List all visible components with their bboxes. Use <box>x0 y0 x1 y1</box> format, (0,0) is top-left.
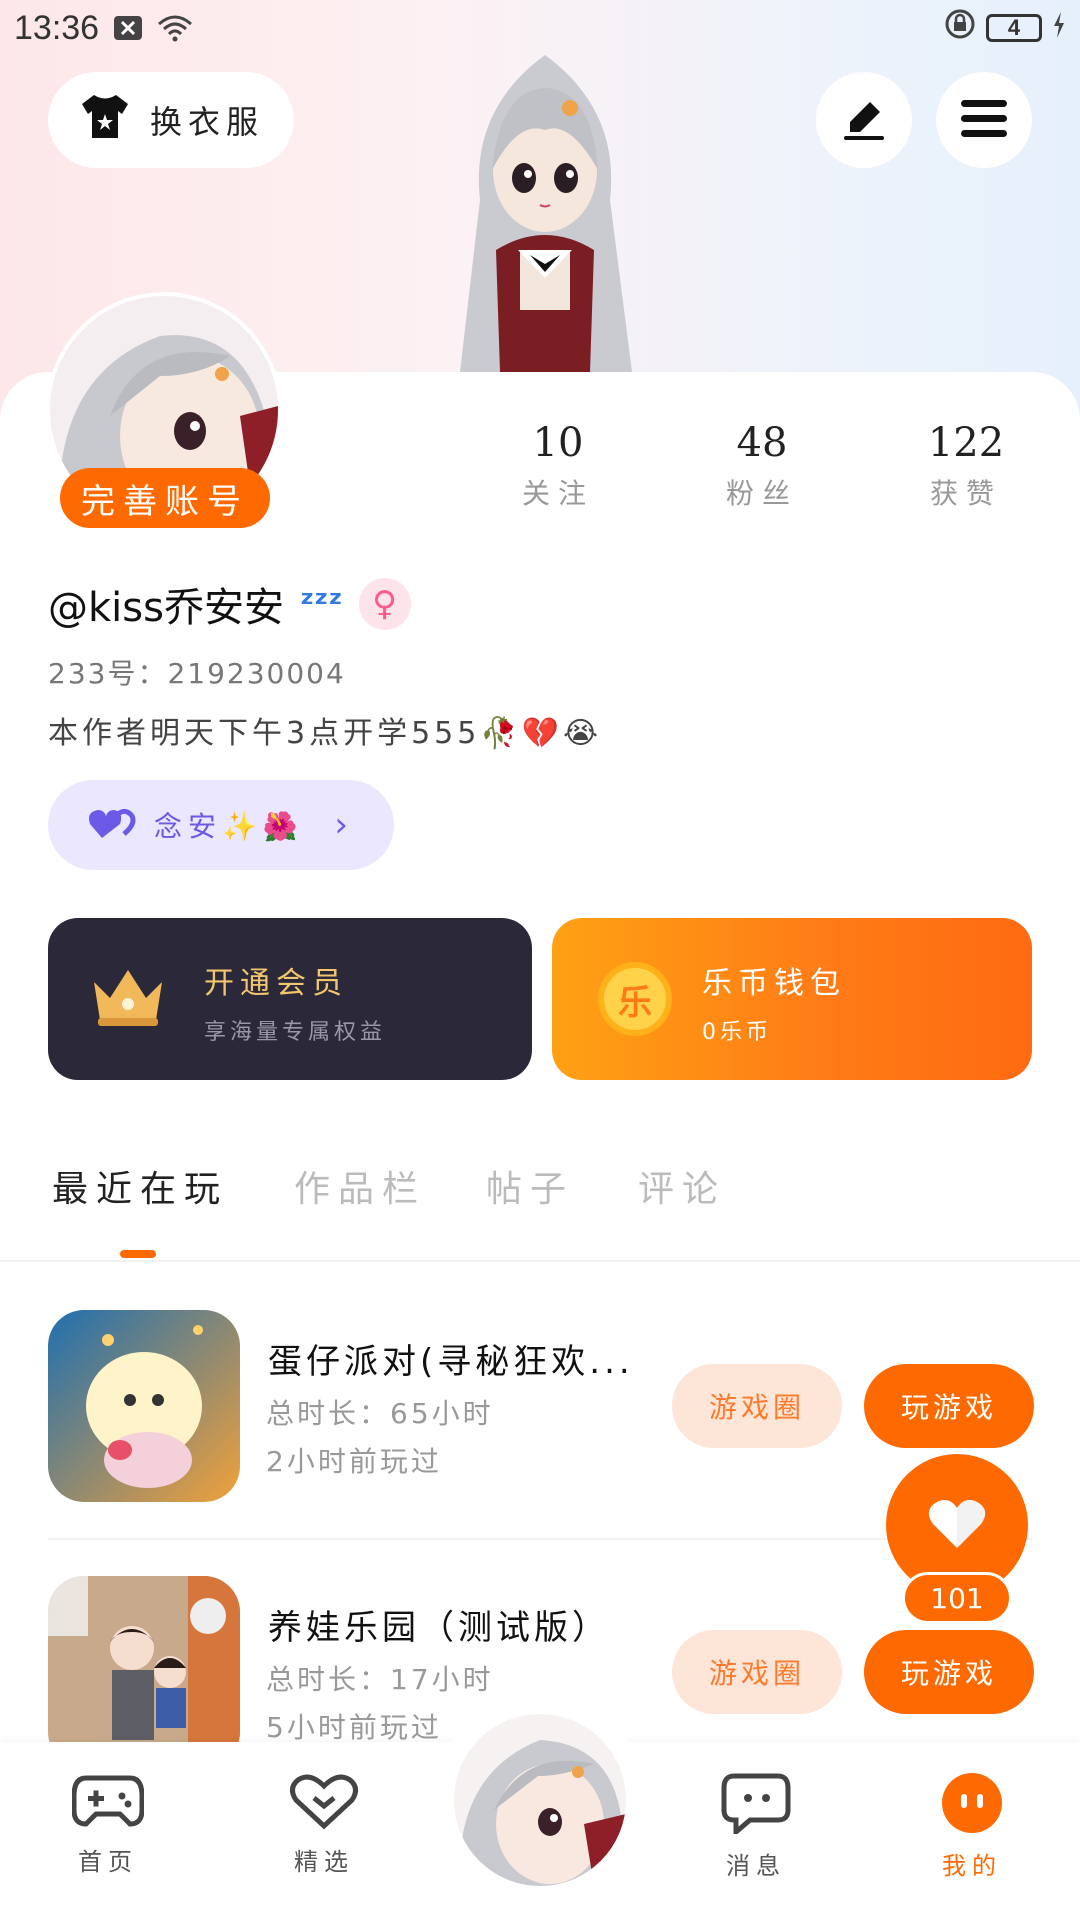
stat-likes-label: 获赞 <box>929 477 1002 510</box>
fan-tag-button[interactable]: 念安✨🌺 › <box>48 780 394 870</box>
tab-comments[interactable]: 评论 <box>638 1160 726 1212</box>
pencil-icon <box>840 94 888 146</box>
status-bar: 13:36 4 <box>0 0 1080 56</box>
notification-icon <box>113 15 143 41</box>
nav-home[interactable]: 首页 <box>38 1772 178 1877</box>
tab-posts[interactable]: 帖子 <box>486 1160 574 1212</box>
game-title: 养娃乐园（测试版） <box>268 1608 610 1648</box>
stat-following-count: 10 <box>532 420 584 466</box>
username: @kiss乔安安 <box>48 585 284 631</box>
wallet-card[interactable]: 乐 乐币钱包 0乐币 <box>552 918 1032 1080</box>
game-icon-doll-park[interactable] <box>48 1576 240 1768</box>
vip-subtitle: 享海量专属权益 <box>204 1020 387 1045</box>
change-outfit-label: 换衣服 <box>150 103 265 141</box>
profile-tabs: 最近在玩 作品栏 帖子 评论 <box>0 1160 1080 1260</box>
stat-following[interactable]: 10 关注 <box>478 420 638 512</box>
game-circle-button[interactable]: 游戏圈 <box>672 1630 842 1714</box>
change-outfit-button[interactable]: 换衣服 <box>48 72 294 168</box>
vip-card[interactable]: 开通会员 享海量专属权益 <box>48 918 532 1080</box>
complete-account-button[interactable]: 完善账号 <box>60 468 270 528</box>
vip-title: 开通会员 <box>204 966 348 1001</box>
stat-likes[interactable]: 122 获赞 <box>886 420 1046 512</box>
female-icon: ♀ <box>358 578 411 630</box>
nav-messages-label: 消息 <box>726 1852 786 1880</box>
like-count: 101 <box>902 1572 1012 1624</box>
tab-works[interactable]: 作品栏 <box>294 1160 426 1212</box>
username-row: @kiss乔安安 ᶻᶻᶻ ♀ <box>48 572 411 636</box>
fan-tag-label: 念安✨🌺 <box>154 810 304 843</box>
hamburger-icon <box>961 98 1007 142</box>
play-game-button[interactable]: 玩游戏 <box>864 1364 1034 1448</box>
crown-icon <box>88 964 168 1032</box>
chat-icon <box>720 1773 792 1838</box>
shirt-icon <box>78 92 132 148</box>
stat-following-label: 关注 <box>521 477 594 510</box>
game-last-played: 5小时前玩过 <box>266 1711 442 1744</box>
charging-icon <box>1052 8 1066 48</box>
stat-followers-count: 48 <box>736 420 788 466</box>
battery-indicator: 4 <box>986 14 1042 42</box>
game-icon-eggy-party[interactable] <box>48 1310 240 1502</box>
coin-icon: 乐 <box>598 962 672 1036</box>
nav-me-label: 我的 <box>942 1852 1002 1880</box>
profile-face-icon <box>939 1773 1005 1838</box>
double-heart-icon <box>88 804 136 847</box>
nav-home-label: 首页 <box>78 1848 138 1876</box>
stat-followers-label: 粉丝 <box>725 477 798 510</box>
gamepad-icon <box>71 1775 145 1834</box>
menu-button[interactable] <box>936 72 1032 168</box>
play-game-button[interactable]: 玩游戏 <box>864 1630 1034 1714</box>
nav-me[interactable]: 我的 <box>902 1772 1042 1881</box>
nav-featured-label: 精选 <box>294 1848 354 1876</box>
wallet-balance: 0乐币 <box>702 1020 772 1045</box>
nav-center-avatar[interactable] <box>454 1714 626 1886</box>
game-row-eggy-party[interactable]: 蛋仔派对(寻秘狂欢... 总时长：65小时 2小时前玩过 游戏圈 玩游戏 <box>48 1310 1034 1506</box>
avatar-character[interactable] <box>400 50 690 372</box>
tab-indicator <box>120 1250 156 1258</box>
tab-recently-played[interactable]: 最近在玩 <box>52 1160 228 1212</box>
row-divider <box>48 1538 1032 1540</box>
stat-followers[interactable]: 48 粉丝 <box>682 420 842 512</box>
game-duration: 总时长：65小时 <box>266 1397 494 1430</box>
tabs-divider <box>0 1260 1080 1262</box>
game-last-played: 2小时前玩过 <box>266 1445 442 1478</box>
game-duration: 总时长：17小时 <box>266 1663 494 1696</box>
user-id: 233号：219230004 <box>48 657 346 690</box>
status-time: 13:36 <box>14 8 100 47</box>
wallet-title: 乐币钱包 <box>702 966 846 1001</box>
sleep-zzz-icon: ᶻᶻᶻ <box>299 584 343 624</box>
game-title: 蛋仔派对(寻秘狂欢... <box>268 1342 634 1382</box>
stat-likes-count: 122 <box>927 420 1005 466</box>
rotation-lock-icon <box>944 8 976 49</box>
edit-profile-button[interactable] <box>816 72 912 168</box>
bio: 本作者明天下午3点开学555🥀💔😭 <box>48 716 603 751</box>
game-circle-button[interactable]: 游戏圈 <box>672 1364 842 1448</box>
wifi-icon <box>157 14 193 42</box>
nav-messages[interactable]: 消息 <box>686 1772 826 1881</box>
chevron-right-icon: › <box>334 805 354 845</box>
heart-icon <box>927 1496 987 1554</box>
nav-featured[interactable]: 精选 <box>254 1772 394 1877</box>
heart-outline-icon <box>288 1774 360 1834</box>
